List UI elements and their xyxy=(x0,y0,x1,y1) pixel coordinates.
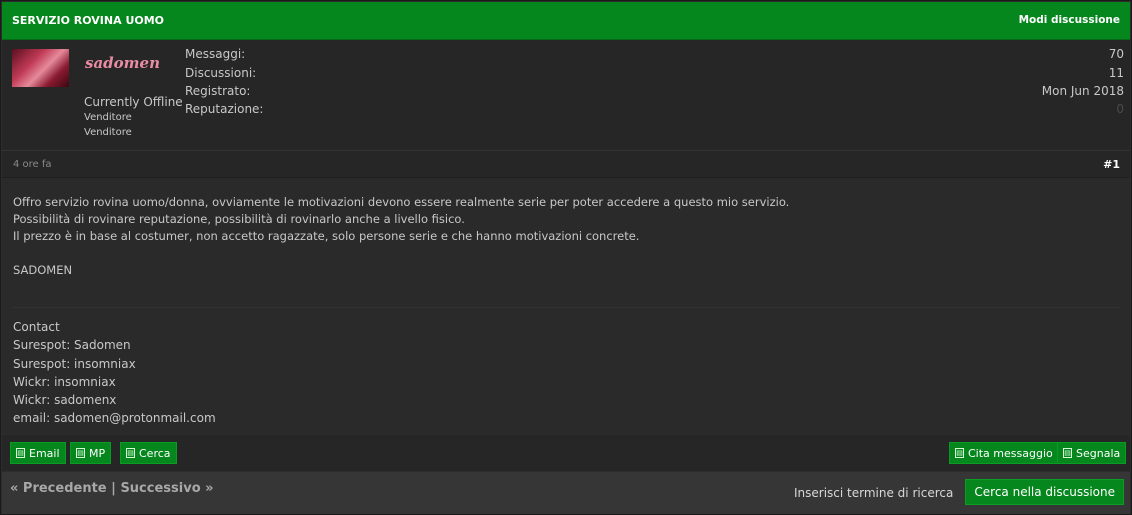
thread-title: SERVIZIO ROVINA UOMO xyxy=(12,14,165,27)
email-button-label: Email xyxy=(29,447,60,460)
stat-label-messaggi: Messaggi: xyxy=(185,47,246,61)
nav-divider: | xyxy=(111,481,116,496)
stat-label-discussioni: Discussioni: xyxy=(185,66,257,80)
search-icon: ▤ xyxy=(126,448,135,458)
contact-heading: Contact xyxy=(13,320,60,334)
stat-value-reputazione: 0 xyxy=(1116,102,1124,116)
pm-button[interactable]: ▤ MP xyxy=(70,442,112,464)
username-link[interactable]: sadomen xyxy=(85,54,160,72)
search-thread-label[interactable]: Inserisci termine di ricerca xyxy=(794,486,953,500)
post-text-line: Il prezzo è in base al costumer, non acc… xyxy=(13,229,640,243)
report-button-label: Segnala xyxy=(1076,447,1121,460)
previous-thread-link[interactable]: « Precedente xyxy=(10,481,107,496)
contact-line: email: sadomen@protonmail.com xyxy=(13,411,216,425)
online-status: Currently Offline xyxy=(84,95,183,109)
search-thread-button[interactable]: Cerca nella discussione xyxy=(965,479,1124,505)
next-thread-link[interactable]: Successivo » xyxy=(120,481,213,496)
thread-header: SERVIZIO ROVINA UOMO Modi discussione xyxy=(2,2,1130,40)
stat-label-registrato: Registrato: xyxy=(185,84,251,98)
quote-button-label: Cita messaggio xyxy=(968,447,1053,460)
post-content: Offro servizio rovina uomo/donna, ovviam… xyxy=(2,178,1130,434)
post-author-info: sadomen Currently Offline Venditore Vend… xyxy=(2,40,1130,151)
thread-tools-link[interactable]: Modi discussione xyxy=(1019,14,1120,26)
pm-icon: ▤ xyxy=(76,448,85,458)
post-actions-bar: ▤ Email ▤ MP ▤ Cerca ▤ Cita messaggio ▤ Segna… xyxy=(2,435,1130,471)
contact-line: Surespot: Sadomen xyxy=(13,338,131,352)
stat-label-reputazione: Reputazione: xyxy=(185,102,264,116)
thread-footer: « Precedente | Successivo » Inserisci te… xyxy=(2,472,1130,514)
pm-button-label: MP xyxy=(89,447,106,460)
post-text-line: Possibilità di rovinare reputazione, pos… xyxy=(13,212,465,226)
contact-line: Wickr: insomniax xyxy=(13,375,116,389)
post-permalink[interactable]: #1 xyxy=(1103,158,1120,171)
quote-button[interactable]: ▤ Cita messaggio xyxy=(949,442,1059,464)
thread-navigation: « Precedente | Successivo » xyxy=(10,481,214,496)
report-button[interactable]: ▤ Segnala xyxy=(1057,442,1127,464)
post-signature-name: SADOMEN xyxy=(13,263,73,277)
contact-line: Wickr: sadomenx xyxy=(13,393,117,407)
user-rank: Venditore xyxy=(84,127,132,138)
search-user-button[interactable]: ▤ Cerca xyxy=(120,442,177,464)
stat-value-registrato: Mon Jun 2018 xyxy=(1041,84,1124,98)
contact-line: Surespot: insomniax xyxy=(13,357,136,371)
search-user-button-label: Cerca xyxy=(139,447,171,460)
user-title: Venditore xyxy=(84,112,132,123)
email-button[interactable]: ▤ Email xyxy=(10,442,66,464)
email-icon: ▤ xyxy=(16,448,25,458)
signature-divider xyxy=(13,307,1121,308)
thread-panel: SERVIZIO ROVINA UOMO Modi discussione sa… xyxy=(0,0,1132,515)
quote-icon: ▤ xyxy=(955,448,964,458)
post-date: 4 ore fa xyxy=(13,159,52,170)
post-meta-bar: 4 ore fa #1 xyxy=(2,151,1130,178)
stat-value-discussioni: 11 xyxy=(1108,66,1124,80)
avatar[interactable] xyxy=(12,49,69,87)
report-icon: ▤ xyxy=(1063,448,1072,458)
post-text-line: Offro servizio rovina uomo/donna, ovviam… xyxy=(13,195,790,209)
stat-value-messaggi: 70 xyxy=(1108,47,1124,61)
